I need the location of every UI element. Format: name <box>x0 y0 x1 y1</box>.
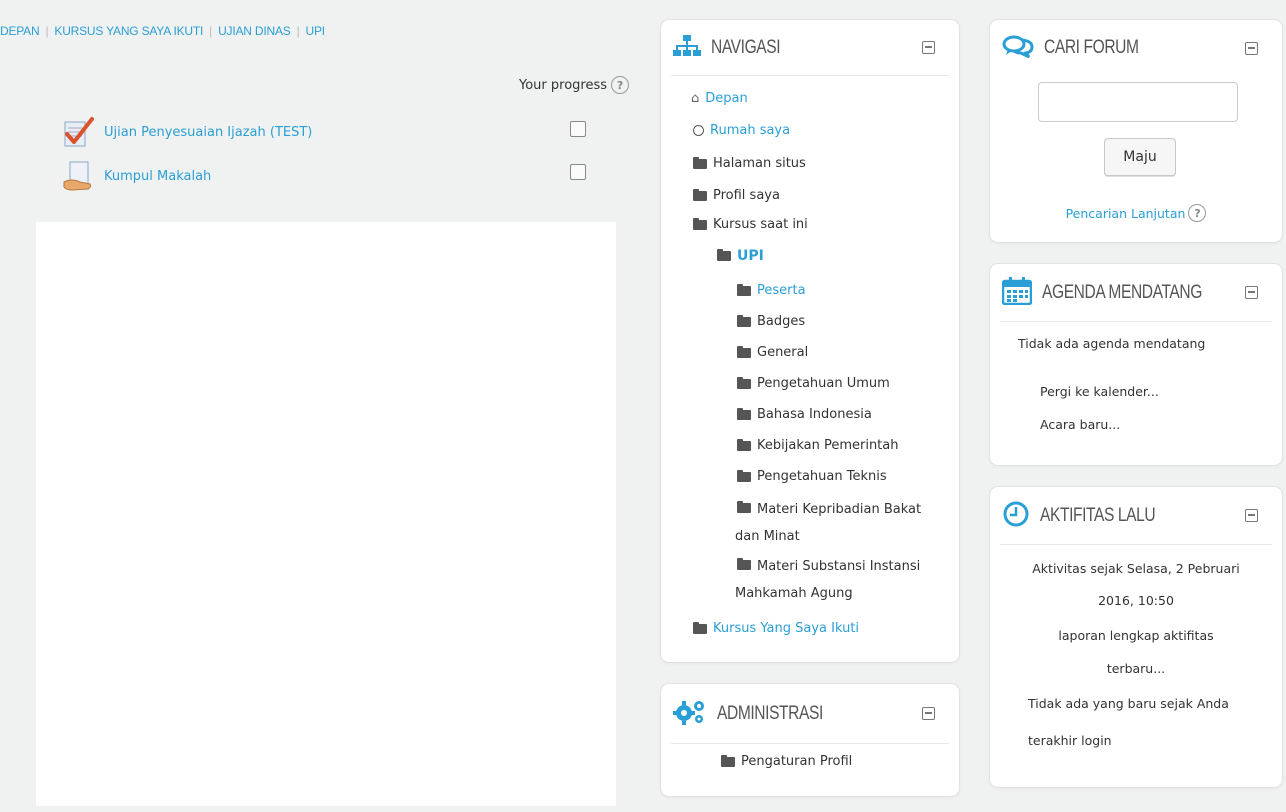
search-forum-title: CARI FORUM <box>1044 37 1139 58</box>
breadcrumb-separator: | <box>209 24 213 38</box>
progress-label: Your progress <box>519 77 608 93</box>
nav-item-depan[interactable]: ⌂ Depan <box>691 91 748 106</box>
nav-item-pengetahuan-umum[interactable]: Pengetahuan Umum <box>737 376 890 391</box>
nav-item-kursus-saat-ini[interactable]: Kursus saat ini <box>693 217 808 232</box>
upcoming-events-block: AGENDA MENDATANG Tidak ada agenda mendat… <box>990 264 1282 465</box>
nav-item-badges[interactable]: Badges <box>737 314 805 329</box>
search-submit-button[interactable]: Maju <box>1104 138 1176 176</box>
nav-item-kebijakan-pemerintah[interactable]: Kebijakan Pemerintah <box>737 438 899 453</box>
administration-block-header: ADMINISTRASI <box>671 684 949 744</box>
folder-icon <box>693 188 707 201</box>
folder-icon <box>721 754 735 767</box>
folder-icon <box>737 314 751 327</box>
nav-item-peserta[interactable]: Peserta <box>737 283 806 298</box>
search-forum-header: CARI FORUM <box>1000 20 1272 76</box>
breadcrumb-separator: | <box>296 24 300 38</box>
search-forum-block: CARI FORUM Maju Pencarian Lanjutan ? <box>990 20 1282 242</box>
nav-item-profil-saya[interactable]: Profil saya <box>693 188 780 203</box>
activity-quiz-link[interactable]: Ujian Penyesuaian Ijazah (TEST) <box>104 125 312 140</box>
nothing-new-line1: Tidak ada yang baru sejak Anda <box>1028 696 1229 711</box>
navigation-block-header: NAVIGASI <box>671 20 949 76</box>
gears-icon <box>673 698 707 730</box>
nav-item-upi[interactable]: UPI <box>717 248 764 264</box>
recent-activity-title: AKTIFITAS LALU <box>1040 504 1156 526</box>
collapse-upcoming-events-icon[interactable] <box>1245 286 1258 299</box>
collapse-administration-icon[interactable] <box>922 707 935 720</box>
administration-title: ADMINISTRASI <box>717 702 823 724</box>
quiz-check-icon <box>62 116 94 148</box>
recent-activity-block: AKTIFITAS LALU Aktivitas sejak Selasa, 2… <box>990 487 1282 787</box>
nothing-new-line2: terakhir login <box>1028 733 1112 748</box>
calendar-icon <box>1001 276 1033 309</box>
completion-checkbox-quiz[interactable] <box>570 121 586 137</box>
navigation-block: NAVIGASI ⌂ Depan Rumah saya Halaman situ… <box>661 20 959 662</box>
nav-item-pengetahuan-teknis[interactable]: Pengetahuan Teknis <box>737 469 887 484</box>
nav-item-materi-substansi[interactable]: Materi Substansi Instansi Mahkamah Agung <box>735 553 945 607</box>
progress-header: Your progress ? <box>519 76 630 94</box>
search-forum-input[interactable] <box>1038 82 1238 122</box>
folder-icon <box>737 376 751 389</box>
content-area <box>36 222 616 806</box>
folder-icon <box>693 156 707 169</box>
folder-icon <box>737 469 751 482</box>
breadcrumb-kursus[interactable]: KURSUS YANG SAYA IKUTI <box>54 24 203 38</box>
nav-item-materi-kepribadian[interactable]: Materi Kepribadian Bakat dan Minat <box>735 496 945 550</box>
nav-item-kursus-yang-saya-ikuti[interactable]: Kursus Yang Saya Ikuti <box>693 621 859 636</box>
collapse-search-forum-icon[interactable] <box>1245 41 1258 55</box>
folder-icon <box>693 217 707 230</box>
upcoming-events-header: AGENDA MENDATANG <box>1000 264 1272 322</box>
collapse-navigation-icon[interactable] <box>922 41 935 54</box>
nav-item-bahasa-indonesia[interactable]: Bahasa Indonesia <box>737 407 872 422</box>
recent-activity-header: AKTIFITAS LALU <box>1000 487 1272 545</box>
help-icon[interactable]: ? <box>1188 204 1207 222</box>
clock-icon <box>1002 500 1030 532</box>
new-event-link[interactable]: Acara baru... <box>1040 417 1120 432</box>
folder-icon <box>717 249 731 261</box>
breadcrumb-upi[interactable]: UPI <box>305 24 325 38</box>
breadcrumb-depan[interactable]: DEPAN <box>0 24 40 38</box>
full-report-link-line1[interactable]: laporan lengkap aktifitas <box>990 628 1282 643</box>
nav-item-halaman-situs[interactable]: Halaman situs <box>693 156 806 171</box>
home-icon: ⌂ <box>691 91 700 106</box>
collapse-recent-activity-icon[interactable] <box>1245 509 1258 522</box>
activity-since-line2: 2016, 10:50 <box>1098 593 1174 608</box>
folder-icon <box>693 621 707 634</box>
folder-icon <box>737 283 751 296</box>
breadcrumb: DEPAN | KURSUS YANG SAYA IKUTI | UJIAN DINAS… <box>0 24 325 38</box>
advanced-search-link[interactable]: Pencarian Lanjutan <box>1066 206 1186 221</box>
folder-icon <box>737 558 751 570</box>
completion-checkbox-assignment[interactable] <box>570 164 586 180</box>
folder-icon <box>737 407 751 420</box>
go-to-calendar-link[interactable]: Pergi ke kalender... <box>1040 384 1159 399</box>
advanced-search-row: Pencarian Lanjutan ? <box>990 204 1282 222</box>
breadcrumb-separator: | <box>45 24 49 38</box>
administration-block: ADMINISTRASI Pengaturan Profil <box>661 684 959 796</box>
circle-icon <box>693 125 704 136</box>
assignment-hand-icon <box>62 160 94 192</box>
folder-icon <box>737 501 751 513</box>
nav-item-rumah-saya[interactable]: Rumah saya <box>693 123 790 138</box>
activity-since-line1: Aktivitas sejak Selasa, 2 Pebruari <box>1032 561 1240 576</box>
admin-item-pengaturan-profil[interactable]: Pengaturan Profil <box>721 754 852 769</box>
folder-icon <box>737 345 751 358</box>
breadcrumb-ujian-dinas[interactable]: UJIAN DINAS <box>218 24 291 38</box>
upcoming-events-title: AGENDA MENDATANG <box>1042 281 1202 303</box>
no-events-text: Tidak ada agenda mendatang <box>1018 336 1206 351</box>
navigation-title: NAVIGASI <box>711 36 781 58</box>
chat-bubbles-icon <box>1002 34 1034 62</box>
activity-assignment[interactable]: Kumpul Makalah <box>62 160 211 192</box>
nav-item-general[interactable]: General <box>737 345 808 360</box>
activity-assignment-link[interactable]: Kumpul Makalah <box>104 169 211 184</box>
help-icon[interactable]: ? <box>611 76 630 94</box>
full-report-link-line2[interactable]: terbaru... <box>990 661 1282 676</box>
activity-quiz[interactable]: Ujian Penyesuaian Ijazah (TEST) <box>62 116 312 148</box>
folder-icon <box>737 438 751 451</box>
sitemap-icon <box>673 34 701 62</box>
